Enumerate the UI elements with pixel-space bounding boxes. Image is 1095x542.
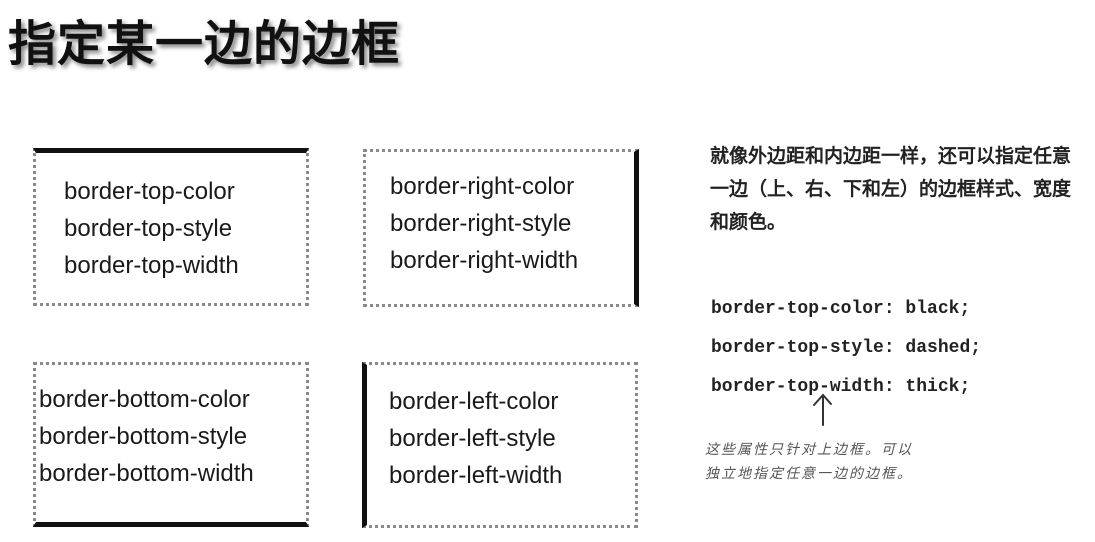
border-bottom-box: border-bottom-color border-bottom-style … xyxy=(33,362,309,527)
up-arrow-icon xyxy=(813,393,832,426)
property-label: border-bottom-style xyxy=(39,423,248,450)
property-label: border-bottom-width xyxy=(39,460,254,487)
property-label: border-left-color xyxy=(389,388,559,415)
code-line: border-top-color: black; xyxy=(711,299,971,319)
code-line: border-top-style: dashed; xyxy=(711,338,982,358)
property-label: border-top-style xyxy=(64,215,233,242)
property-label: border-right-width xyxy=(390,247,579,274)
border-left-box: border-left-color border-left-style bord… xyxy=(362,362,638,528)
property-label: border-top-color xyxy=(64,178,235,205)
property-label: border-left-style xyxy=(389,425,556,452)
border-right-box: border-right-color border-right-style bo… xyxy=(363,149,639,307)
property-label: border-right-style xyxy=(390,210,572,237)
annotation-line: 这些属性只针对上边框。可以 xyxy=(705,442,913,458)
annotation-line: 独立地指定任意一边的边框。 xyxy=(705,466,913,482)
property-label: border-top-width xyxy=(64,252,239,279)
page-title: 指定某一边的边框 xyxy=(8,16,401,72)
border-top-box: border-top-color border-top-style border… xyxy=(33,148,309,306)
description-text: 就像外边距和内边距一样，还可以指定任意一边（上、右、下和左）的边框样式、宽度和颜… xyxy=(710,145,1072,233)
code-line: border-top-width: thick; xyxy=(711,377,971,397)
handwritten-annotation: 这些属性只针对上边框。可以 独立地指定任意一边的边框。 xyxy=(705,438,913,486)
code-sample: border-top-color: black; border-top-styl… xyxy=(711,290,981,407)
property-label: border-left-width xyxy=(389,462,563,489)
property-label: border-bottom-color xyxy=(39,386,250,413)
property-label: border-right-color xyxy=(390,173,575,200)
